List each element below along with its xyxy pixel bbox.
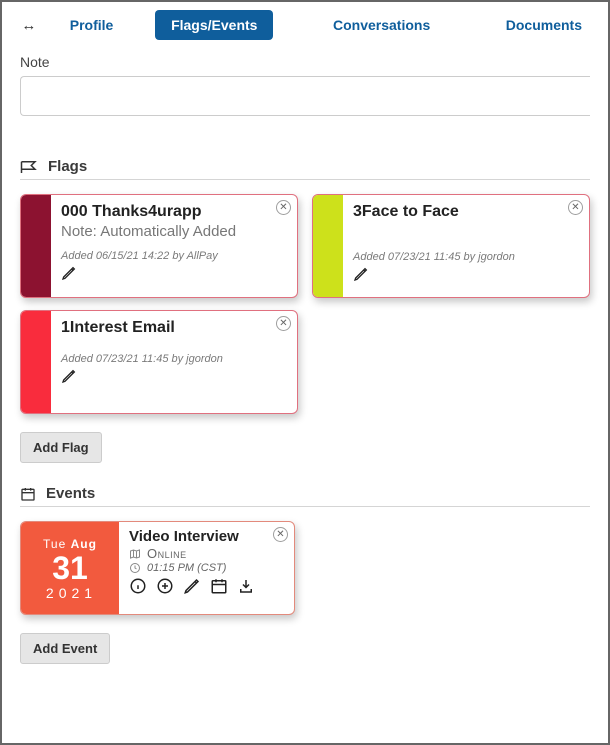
event-title: Video Interview (129, 528, 270, 545)
edit-icon[interactable] (61, 265, 77, 281)
flag-card: 000 Thanks4urapp Note: Automatically Add… (20, 194, 298, 298)
flag-title: 1Interest Email (61, 319, 271, 337)
flag-card: 1Interest Email Added 07/23/21 11:45 by … (20, 310, 298, 414)
tabs-bar: ↔ Profile Flags/Events Conversations Doc… (2, 2, 608, 46)
tab-documents[interactable]: Documents (490, 10, 598, 40)
flag-card: 3Face to Face Added 07/23/21 11:45 by jg… (312, 194, 590, 298)
flag-meta: Added 06/15/21 14:22 by AllPay (61, 250, 271, 262)
flag-color-bar (21, 311, 51, 413)
clock-icon (129, 562, 141, 574)
download-icon[interactable] (237, 577, 255, 595)
tab-flags-events[interactable]: Flags/Events (155, 10, 273, 40)
flag-title: 3Face to Face (353, 203, 563, 221)
event-time: 01:15 PM (CST) (147, 562, 226, 574)
edit-icon[interactable] (353, 266, 369, 282)
edit-icon[interactable] (61, 368, 77, 384)
add-flag-button[interactable]: Add Flag (20, 432, 102, 463)
event-year: 2021 (46, 585, 97, 601)
flag-meta: Added 07/23/21 11:45 by jgordon (61, 353, 271, 365)
event-location: Online (147, 546, 187, 561)
event-card: Tue Aug 31 2021 Video Interview Online (20, 521, 295, 615)
add-event-button[interactable]: Add Event (20, 633, 110, 664)
add-icon[interactable] (156, 577, 174, 595)
flags-section-title: Flags (48, 158, 87, 175)
close-icon[interactable]: ✕ (276, 316, 291, 331)
calendar-icon (20, 486, 36, 502)
info-icon[interactable] (129, 577, 147, 595)
event-date-block: Tue Aug 31 2021 (21, 522, 119, 614)
tab-profile[interactable]: Profile (54, 10, 130, 40)
expand-icon[interactable]: ↔ (18, 17, 38, 34)
flags-grid: 000 Thanks4urapp Note: Automatically Add… (20, 194, 590, 414)
event-month: Aug (71, 537, 97, 551)
close-icon[interactable]: ✕ (568, 200, 583, 215)
tab-conversations[interactable]: Conversations (317, 10, 446, 40)
flag-icon (20, 160, 38, 174)
calendar-icon[interactable] (210, 577, 228, 595)
event-day: 31 (52, 552, 88, 584)
events-section-title: Events (46, 485, 95, 502)
note-input[interactable] (20, 76, 590, 116)
note-label: Note (20, 54, 590, 70)
flag-meta: Added 07/23/21 11:45 by jgordon (353, 251, 563, 263)
flag-title: 000 Thanks4urapp (61, 203, 271, 221)
close-icon[interactable]: ✕ (276, 200, 291, 215)
close-icon[interactable]: ✕ (273, 527, 288, 542)
flag-subtitle: Note: Automatically Added (61, 223, 271, 240)
flag-color-bar (313, 195, 343, 297)
event-dow: Tue (43, 537, 66, 551)
edit-icon[interactable] (183, 577, 201, 595)
flag-color-bar (21, 195, 51, 297)
map-icon (129, 548, 141, 560)
